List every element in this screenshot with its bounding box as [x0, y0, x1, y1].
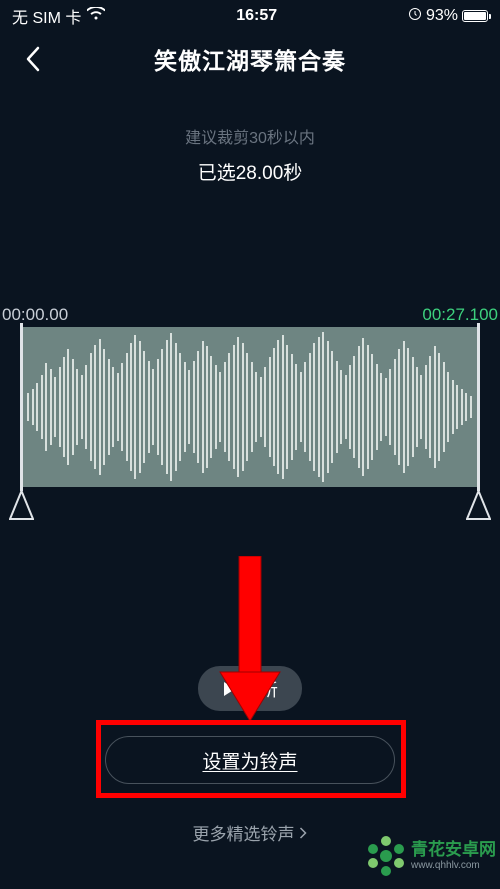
waveform-display: [22, 327, 478, 487]
watermark-url: www.qhhlv.com: [411, 860, 496, 871]
page-title: 笑傲江湖琴箫合奏: [154, 42, 346, 76]
status-left: 无 SIM 卡: [12, 4, 105, 28]
chevron-right-icon: [299, 826, 308, 840]
handle-grip-icon: [466, 491, 491, 523]
back-button[interactable]: [18, 44, 48, 74]
lock-icon: [408, 7, 422, 26]
trim-hint: 建议裁剪30秒以内: [0, 124, 500, 148]
more-ringtones-label: 更多精选铃声: [193, 820, 295, 845]
more-ringtones-link[interactable]: 更多精选铃声: [193, 820, 308, 845]
status-time: 16:57: [236, 7, 277, 25]
time-labels: 00:00.00 00:27.100: [0, 305, 500, 325]
set-ringtone-button[interactable]: 设置为铃声: [105, 736, 395, 784]
watermark: 青花安卓网 www.qhhlv.com: [365, 835, 496, 877]
watermark-brand: 青花安卓网: [411, 841, 496, 860]
carrier-label: 无 SIM 卡: [12, 4, 81, 28]
nav-bar: 笑傲江湖琴箫合奏: [0, 32, 500, 94]
watermark-logo-icon: [365, 835, 407, 877]
battery-icon: [462, 10, 488, 22]
chevron-left-icon: [25, 46, 41, 72]
waveform-editor[interactable]: [0, 327, 500, 487]
preview-button[interactable]: 试听: [198, 666, 302, 711]
start-time-label: 00:00.00: [0, 305, 68, 325]
selected-duration: 已选28.00秒: [0, 158, 500, 185]
trim-handle-right[interactable]: [477, 323, 480, 491]
set-ringtone-label: 设置为铃声: [202, 747, 297, 774]
play-icon: [222, 681, 236, 697]
status-right: 93%: [408, 7, 488, 26]
handle-grip-icon: [9, 491, 34, 523]
wifi-icon: [87, 7, 105, 26]
trim-handle-left[interactable]: [20, 323, 23, 491]
preview-label: 试听: [244, 676, 278, 701]
end-time-label: 00:27.100: [422, 305, 500, 325]
battery-percent: 93%: [426, 7, 458, 25]
status-bar: 无 SIM 卡 16:57 93%: [0, 0, 500, 32]
